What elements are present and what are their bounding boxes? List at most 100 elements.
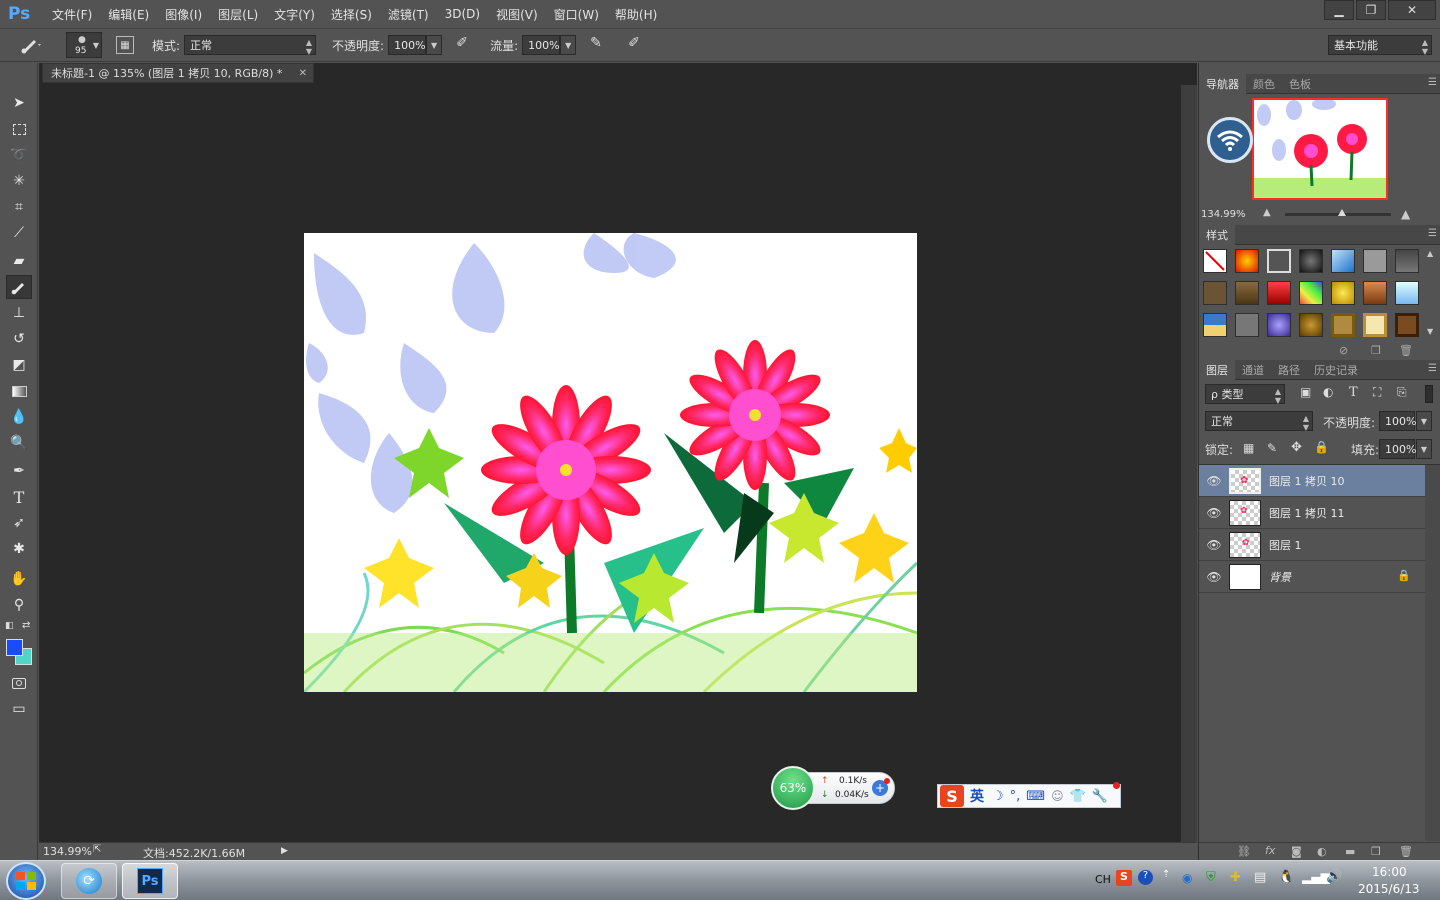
path-selection-tool-icon[interactable]: ➶ [6, 511, 32, 535]
workspace-select[interactable]: 基本功能 ▲ ▼ [1328, 35, 1432, 56]
tray-network-icon[interactable]: ▤ [1254, 870, 1266, 885]
ime-skin-icon[interactable]: 👕 [1070, 789, 1086, 804]
layer-row[interactable]: 👁 ✿ 图层 1 [1199, 529, 1425, 561]
tray-expand-icon[interactable]: ⇡ [1162, 869, 1170, 880]
export-icon[interactable]: ⇱ [93, 844, 101, 855]
ime-keyboard-icon[interactable]: ⌨ [1026, 789, 1045, 804]
filter-toggle[interactable] [1425, 385, 1433, 403]
pressure-size-icon[interactable]: ✐ [628, 35, 648, 55]
opacity-dropdown-icon[interactable]: ▼ [426, 35, 443, 55]
pen-tool-icon[interactable]: ✒ [6, 459, 32, 483]
filter-shape-icon[interactable]: ⛶ [1373, 385, 1381, 400]
style-gold[interactable] [1331, 281, 1355, 305]
gradient-tool-icon[interactable] [6, 379, 32, 403]
adjustment-layer-icon[interactable]: ◐ [1317, 845, 1327, 858]
style-red-square[interactable] [1267, 281, 1291, 305]
layer-row[interactable]: 👁 背景 🔒 [1199, 561, 1425, 593]
delete-layer-icon[interactable]: 🗑 [1399, 845, 1413, 858]
navigator-preview[interactable] [1252, 98, 1388, 200]
tab-layers[interactable]: 图层 [1199, 359, 1235, 380]
menu-help[interactable]: 帮助(H) [607, 6, 665, 23]
tab-channels[interactable]: 通道 [1235, 360, 1271, 380]
eye-icon[interactable]: 👁 [1199, 506, 1229, 520]
layers-menu-icon[interactable]: ☰ [1428, 363, 1437, 374]
canvas-artwork[interactable] [304, 233, 917, 692]
style-frame-selected[interactable] [1267, 249, 1291, 273]
navigator-zoom[interactable]: 134.99% [1201, 209, 1246, 220]
eye-icon[interactable]: 👁 [1199, 474, 1229, 488]
style-dark-gray[interactable] [1395, 249, 1419, 273]
tab-navigator[interactable]: 导航器 [1199, 73, 1246, 94]
style-wood[interactable] [1203, 281, 1227, 305]
style-gray[interactable] [1363, 249, 1387, 273]
hand-tool-icon[interactable]: ✋ [6, 567, 32, 591]
style-dark-frame[interactable] [1395, 313, 1419, 337]
styles-scroll-up-icon[interactable]: ▲ [1427, 249, 1433, 258]
marquee-tool-icon[interactable] [6, 117, 32, 141]
layer-row[interactable]: 👁 ✿ 图层 1 拷贝 10 [1199, 465, 1425, 497]
menu-filter[interactable]: 滤镜(T) [380, 6, 437, 23]
tray-security-icon[interactable]: ⛨ [1206, 870, 1216, 885]
shape-tool-icon[interactable]: ✱ [6, 537, 32, 561]
tray-help-icon[interactable]: ? [1138, 870, 1153, 885]
eye-icon[interactable]: 👁 [1199, 538, 1229, 552]
style-gold-ornate[interactable] [1299, 313, 1323, 337]
style-light-blue[interactable] [1395, 281, 1419, 305]
style-brown[interactable] [1235, 281, 1259, 305]
screen-mode-icon[interactable]: ▭ [6, 697, 32, 721]
tray-language[interactable]: CH [1095, 873, 1111, 886]
layer-name[interactable]: 图层 1 拷贝 10 [1269, 473, 1345, 489]
taskbar-browser[interactable]: ⟳ [61, 863, 117, 899]
layer-name[interactable]: 图层 1 拷贝 11 [1269, 505, 1345, 521]
menu-window[interactable]: 窗口(W) [546, 6, 607, 23]
style-gold-frame[interactable] [1331, 313, 1355, 337]
style-sky[interactable] [1203, 313, 1227, 337]
menu-3d[interactable]: 3D(D) [437, 7, 488, 21]
document-tab[interactable]: 未标题-1 @ 135% (图层 1 拷贝 10, RGB/8) * ✕ [42, 63, 314, 83]
airbrush-icon[interactable]: ✎ [590, 35, 610, 55]
tray-sogou-icon[interactable]: S [1116, 870, 1132, 886]
foreground-color-swatch[interactable] [6, 639, 23, 656]
close-tab-icon[interactable]: ✕ [299, 68, 307, 79]
tab-swatches[interactable]: 色板 [1282, 74, 1318, 94]
styles-menu-icon[interactable]: ☰ [1428, 228, 1437, 239]
type-tool-icon[interactable]: T [6, 485, 32, 509]
flow-dropdown-icon[interactable]: ▼ [560, 35, 577, 55]
move-tool-icon[interactable]: ➤ [6, 91, 32, 115]
filter-adjustment-icon[interactable]: ◐ [1323, 385, 1333, 399]
ime-language[interactable]: 英 [970, 786, 984, 806]
menu-file[interactable]: 文件(F) [44, 6, 100, 23]
magic-wand-tool-icon[interactable]: ✳ [6, 169, 32, 193]
style-purple[interactable] [1267, 313, 1291, 337]
tray-360-icon[interactable]: ✚ [1230, 870, 1241, 885]
brush-size-picker[interactable]: ● 95 ▼ [66, 32, 102, 58]
ime-punct-icon[interactable]: °, [1010, 789, 1021, 804]
link-layers-icon[interactable]: ⛓ [1237, 845, 1251, 858]
clock-date[interactable]: 2015/6/13 [1358, 882, 1420, 896]
filter-smart-object-icon[interactable]: ⎘ [1397, 385, 1407, 400]
menu-select[interactable]: 选择(S) [323, 6, 380, 23]
tray-qq-icon[interactable]: 🐧 [1278, 870, 1294, 885]
default-colors-icon[interactable]: ◧ [5, 621, 14, 631]
panel-menu-icon[interactable]: ☰ [1428, 77, 1437, 88]
history-brush-tool-icon[interactable]: ↺ [6, 327, 32, 351]
new-style-icon[interactable]: ❐ [1371, 344, 1381, 357]
eraser-tool-icon[interactable]: ◩ [6, 353, 32, 377]
new-layer-icon[interactable]: ❐ [1371, 845, 1381, 858]
style-parchment[interactable] [1363, 313, 1387, 337]
layer-opacity-input[interactable]: 100% [1379, 411, 1416, 431]
network-speed-widget[interactable]: 63% ↑ 0.1K/s ↓ 0.04K/s + [771, 766, 895, 810]
restore-icon[interactable]: ❐ [1356, 0, 1386, 20]
filter-type-icon[interactable]: T [1349, 385, 1358, 400]
style-rainbow[interactable] [1299, 281, 1323, 305]
ime-tools-icon[interactable]: 🔧 [1092, 789, 1108, 804]
ime-moon-icon[interactable]: ☽ [992, 789, 1004, 804]
tab-color[interactable]: 颜色 [1246, 74, 1282, 94]
lock-position-icon[interactable]: ✥ [1291, 440, 1302, 455]
menu-view[interactable]: 视图(V) [488, 6, 546, 23]
clear-style-icon[interactable]: ⊘ [1339, 344, 1348, 357]
menu-type[interactable]: 文字(Y) [266, 6, 323, 23]
layer-row[interactable]: 👁 ✿ 图层 1 拷贝 11 [1199, 497, 1425, 529]
ime-user-icon[interactable]: ☺ [1051, 789, 1064, 803]
add-mask-icon[interactable]: ◙ [1291, 845, 1302, 858]
